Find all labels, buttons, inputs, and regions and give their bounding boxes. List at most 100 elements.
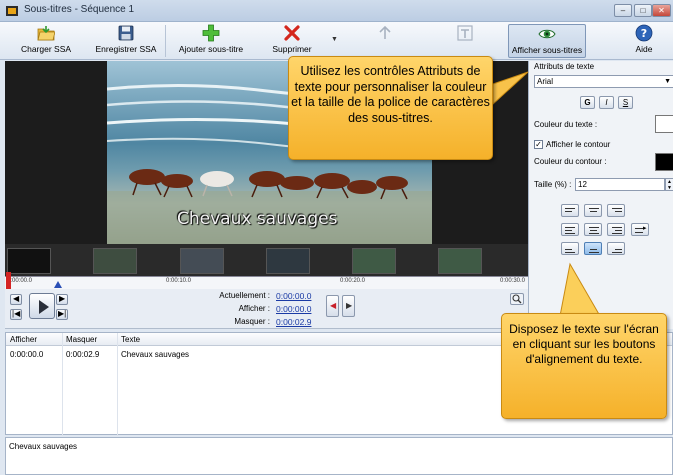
subtitle-end-marker[interactable] [54,281,62,288]
delete-dropdown-arrow[interactable]: ▼ [330,24,340,58]
timeline-tick-label: 0:00:20.0 [340,278,366,284]
help-button[interactable]: ? Aide [626,24,662,58]
column-divider [62,333,63,436]
size-input-value: 12 [578,180,587,189]
outline-color-swatch[interactable] [655,153,673,171]
toolbar-separator [165,25,166,57]
row-hide-cell: 0:00:02.9 [66,350,100,359]
text-attributes-panel: Attributs de texte Arial ▼ G I S Couleur… [528,61,673,329]
arrow-right-icon: ▶ [346,301,353,310]
help-label: Aide [635,44,653,54]
panel-header: Attributs de texte [534,62,595,71]
show-time-value[interactable]: 0:00:00.0 [276,304,311,314]
play-button[interactable] [29,293,55,319]
align-top-right-button[interactable] [607,204,625,217]
load-ssa-label: Charger SSA [20,44,72,54]
arrow-left-icon: ◀ [330,301,337,310]
step-forward-button[interactable]: ▶ [56,294,68,305]
subtitle-text-editor[interactable]: Chevaux sauvages [5,437,673,475]
maximize-button[interactable]: □ [634,4,652,17]
zoom-button[interactable] [510,293,524,305]
magnifier-icon [512,294,522,304]
column-header-show[interactable]: Afficher [10,335,37,344]
transport-controls: ◀ |◀ ▶ ▶| Actuellement : 0:00:00.0 Affic… [5,289,528,329]
align-middle-left-button[interactable] [561,223,579,236]
align-middle-center-button[interactable] [584,223,602,236]
delete-button[interactable]: Supprimer [262,24,322,58]
load-ssa-button[interactable]: Charger SSA [8,24,84,58]
align-bottom-center-button[interactable] [584,242,602,255]
text-tool-button[interactable] [440,24,490,58]
step-forward-icon: ▶ [59,294,66,303]
previous-subtitle-button[interactable]: ◀ [326,295,339,317]
title-bar: Sous-titres - Séquence 1 – □ ✕ [0,0,673,22]
column-header-text[interactable]: Texte [121,335,140,344]
column-header-hide[interactable]: Masquer [66,335,97,344]
position-custom-button[interactable]: ▸ [631,223,649,236]
next-subtitle-button[interactable]: ▶ [342,295,355,317]
timeline-ruler[interactable]: 0:00:00.0 0:00:10.0 0:00:20.0 0:00:30.0 [5,276,528,289]
row-show-cell: 0:00:00.0 [10,350,44,359]
show-outline-checkbox[interactable]: ✓ [534,140,543,149]
floppy-disk-icon [118,25,134,41]
timeline-thumbnail [266,248,310,274]
align-top-center-button[interactable] [584,204,602,217]
align-bottom-right-button[interactable] [607,242,625,255]
folder-open-icon [37,26,55,41]
subtitle-overlay-text[interactable]: Chevaux sauvages [107,209,432,229]
arrow-up-icon [379,25,391,39]
outline-color-label: Couleur du contour : [534,157,607,166]
go-start-button[interactable]: |◀ [10,309,22,320]
timeline-thumbnail [93,248,137,274]
eye-icon [538,29,556,39]
help-icon: ? [635,24,653,42]
chevron-down-icon: ▼ [664,78,671,85]
window-title: Sous-titres - Séquence 1 [24,4,135,15]
underline-button[interactable]: S [618,96,633,109]
save-ssa-label: Enregistrer SSA [95,44,157,54]
callout-alignment: Disposez le texte sur l'écran en cliquan… [501,313,667,419]
move-up-button[interactable] [360,24,410,58]
minimize-button[interactable]: – [614,4,632,17]
chevron-down-icon: ▼ [331,36,338,43]
show-subtitles-button[interactable]: Afficher sous-titres [508,24,586,58]
svg-text:?: ? [641,27,647,40]
show-subtitles-label: Afficher sous-titres [511,45,583,55]
timeline-tick-label: 0:00:30.0 [500,278,526,284]
callout-text-attributes: Utilisez les contrôles Attributs de text… [288,56,493,160]
font-select-value: Arial [537,77,554,86]
row-text-cell: Chevaux sauvages [121,350,190,359]
text-color-label: Couleur du texte : [534,120,598,129]
add-subtitle-button[interactable]: Ajouter sous-titre [172,24,250,58]
go-end-button[interactable]: ▶| [56,309,68,320]
timeline[interactable]: 0:00:00.0 0:00:10.0 0:00:20.0 0:00:30.0 [5,244,528,289]
show-time-label: Afficher : [238,304,270,313]
timeline-thumbnail [438,248,482,274]
timeline-thumbnail [7,248,51,274]
text-color-swatch[interactable] [655,115,673,133]
delete-x-icon [284,25,300,41]
step-back-button[interactable]: ◀ [10,294,22,305]
align-bottom-left-button[interactable] [561,242,579,255]
save-ssa-button[interactable]: Enregistrer SSA [92,24,160,58]
align-top-left-button[interactable] [561,204,579,217]
arrow-right-icon: ▸ [643,225,647,232]
playhead-marker[interactable] [6,272,11,289]
hide-time-value[interactable]: 0:00:02.9 [276,317,311,327]
toolbar: Charger SSA Enregistrer SSA Ajouter sous… [0,22,673,60]
column-divider [117,333,118,436]
size-label: Taille (%) : [534,180,572,189]
align-middle-right-button[interactable] [607,223,625,236]
timeline-thumbnail [180,248,224,274]
bold-button[interactable]: G [580,96,595,109]
font-select[interactable]: Arial ▼ [534,75,673,88]
current-time-value[interactable]: 0:00:00.0 [276,291,311,301]
size-spinner[interactable]: ▲ ▼ [665,178,673,191]
show-outline-label: Afficher le contour [546,140,611,149]
close-window-button[interactable]: ✕ [652,4,671,17]
subtitle-editor-text: Chevaux sauvages [9,442,78,451]
italic-button[interactable]: I [599,96,614,109]
current-time-label: Actuellement : [219,291,270,300]
size-input[interactable]: 12 [575,178,665,191]
timeline-thumbnail [352,248,396,274]
